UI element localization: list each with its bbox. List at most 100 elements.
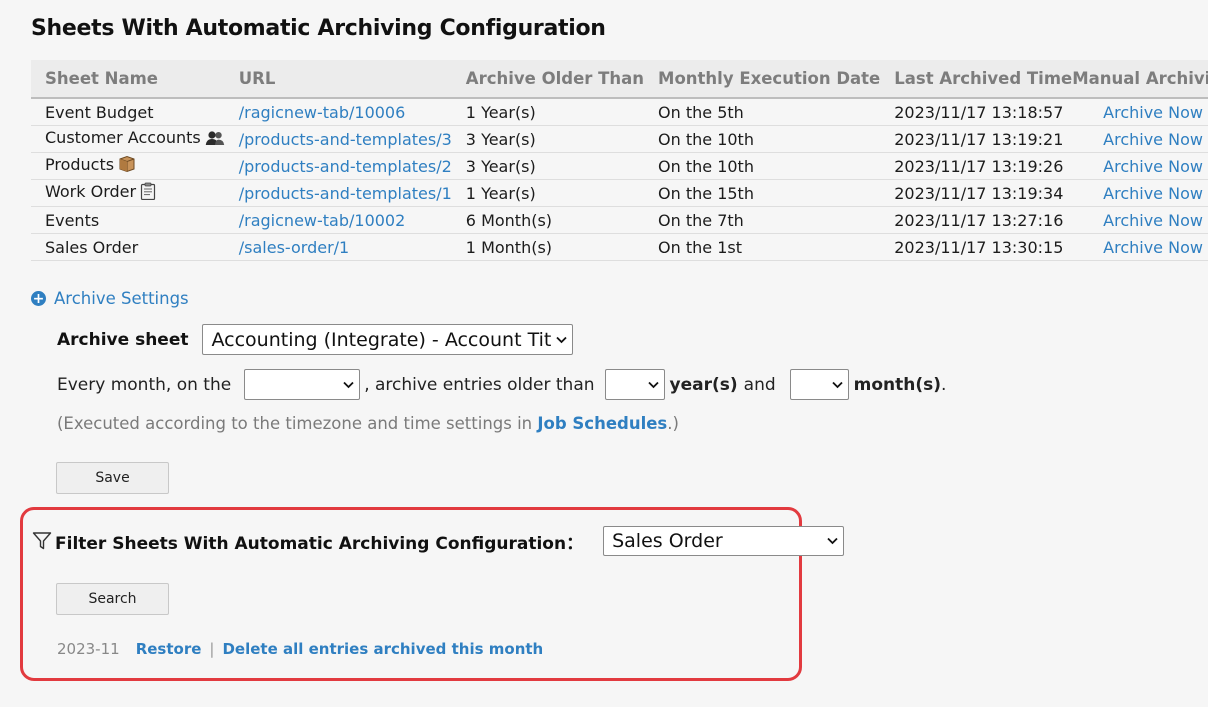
sheet-name: Products (45, 155, 115, 174)
and-text: and (743, 374, 776, 395)
search-button[interactable]: Search (56, 583, 169, 615)
job-schedules-link[interactable]: Job Schedules (537, 414, 667, 433)
chevron-down-icon (556, 336, 568, 343)
url-cell: /sales-order/1 (224, 233, 452, 261)
table-row: Event Budget /ragicnew-tab/10006 1 Year(… (31, 98, 1208, 126)
sheet-url-link[interactable]: /products-and-templates/1 (239, 184, 452, 203)
table-header-row: Sheet Name URL Archive Older Than Monthl… (31, 60, 1208, 99)
execution-date-cell: On the 10th (644, 125, 881, 153)
table-row: Products /products-and-templates/2 3 Yea… (31, 152, 1208, 180)
sheet-name: Events (45, 210, 100, 230)
manual-archiving-cell: Archive Now (1072, 125, 1208, 153)
every-month-text: Every month, on the (57, 374, 232, 395)
table-row: Customer Accounts /products-and-template… (31, 125, 1208, 153)
manual-archiving-cell: Archive Now (1072, 206, 1208, 234)
last-archived-cell: 2023/11/17 13:27:16 (880, 206, 1073, 234)
table-row: Events /ragicnew-tab/10002 6 Month(s) On… (31, 206, 1208, 234)
sheet-name: Event Budget (45, 102, 154, 122)
execution-date-cell: On the 15th (644, 179, 881, 207)
execution-date-cell: On the 10th (644, 152, 881, 180)
years-select[interactable] (604, 369, 665, 400)
archive-older-than-cell: 3 Year(s) (451, 125, 645, 153)
url-cell: /products-and-templates/2 (224, 152, 452, 180)
url-cell: /products-and-templates/1 (224, 179, 452, 207)
sheet-url-link[interactable]: /ragicnew-tab/10006 (239, 103, 406, 122)
manual-archiving-cell: Archive Now (1072, 179, 1208, 207)
col-header-archive-older-than: Archive Older Than (451, 60, 645, 99)
period-text: . (941, 374, 947, 395)
people-icon (205, 130, 225, 150)
url-cell: /ragicnew-tab/10002 (224, 206, 452, 234)
plus-circle-icon: + (31, 290, 46, 307)
table-row: Sales Order /sales-order/1 1 Month(s) On… (31, 233, 1208, 261)
archive-now-link[interactable]: Archive Now (1103, 157, 1203, 176)
col-header-manual-archiving: Manual Archiving (1072, 60, 1208, 99)
schedule-row: Every month, on the , archive entries ol… (57, 369, 946, 400)
chevron-down-icon (647, 381, 659, 388)
archive-now-link[interactable]: Archive Now (1103, 211, 1203, 230)
table-row: Work Order /products-and-templates/1 1 Y… (31, 179, 1208, 207)
months-text: month(s) (853, 374, 942, 395)
col-header-last-archived-time: Last Archived Time (880, 60, 1073, 99)
archive-now-link[interactable]: Archive Now (1103, 238, 1203, 257)
archive-older-than-cell: 1 Month(s) (451, 233, 645, 261)
filter-label: Filter Sheets With Automatic Archiving C… (55, 533, 584, 554)
last-archived-cell: 2023/11/17 13:19:26 (880, 152, 1073, 180)
box-icon (118, 155, 136, 177)
delete-archived-link[interactable]: Delete all entries archived this month (222, 640, 543, 658)
archive-sheet-label: Archive sheet (57, 329, 189, 350)
chevron-down-icon (343, 381, 354, 388)
sheet-name-cell: Work Order (31, 179, 225, 207)
archive-older-than-cell: 6 Month(s) (451, 206, 645, 234)
sheet-name-cell: Event Budget (31, 98, 225, 126)
sheet-name-cell: Sales Order (31, 233, 225, 261)
archive-older-than-cell: 1 Year(s) (451, 98, 645, 126)
archive-older-than-cell: 1 Year(s) (451, 179, 645, 207)
archive-older-than-cell: 3 Year(s) (451, 152, 645, 180)
archive-month: 2023-11 (57, 640, 120, 658)
link-separator: | (209, 640, 215, 658)
note-suffix: .) (667, 414, 679, 433)
archive-now-link[interactable]: Archive Now (1103, 130, 1203, 149)
restore-link[interactable]: Restore (136, 640, 202, 658)
url-cell: /products-and-templates/3 (224, 125, 452, 153)
archive-now-link[interactable]: Archive Now (1103, 184, 1203, 203)
filter-sheet-select[interactable]: Sales Order (603, 526, 845, 556)
archive-sheet-select-value: Accounting (Integrate) - Account Title (211, 328, 553, 351)
chevron-down-icon (827, 537, 838, 545)
last-archived-cell: 2023/11/17 13:30:15 (880, 233, 1073, 261)
col-header-url: URL (224, 60, 452, 99)
manual-archiving-cell: Archive Now (1072, 233, 1208, 261)
sheet-url-link[interactable]: /products-and-templates/3 (239, 130, 452, 149)
sheet-url-link[interactable]: /ragicnew-tab/10002 (239, 211, 406, 230)
archive-sheet-select[interactable]: Accounting (Integrate) - Account Title (202, 324, 574, 355)
archive-now-link[interactable]: Archive Now (1103, 103, 1203, 122)
clipboard-icon (140, 182, 156, 204)
sheet-name-cell: Events (31, 206, 225, 234)
save-button[interactable]: Save (56, 462, 169, 494)
last-archived-cell: 2023/11/17 13:19:21 (880, 125, 1073, 153)
chevron-down-icon (832, 381, 843, 388)
archive-older-than-text: , archive entries older than (364, 374, 595, 395)
timezone-note: (Executed according to the timezone and … (57, 414, 679, 433)
months-select[interactable] (789, 369, 849, 400)
sheet-name: Sales Order (45, 237, 139, 257)
sheet-name-cell: Customer Accounts (31, 125, 225, 153)
execution-day-select[interactable] (244, 369, 361, 400)
url-cell: /ragicnew-tab/10006 (224, 98, 452, 126)
sheet-url-link[interactable]: /products-and-templates/2 (239, 157, 452, 176)
archive-settings-label[interactable]: Archive Settings (54, 289, 189, 308)
last-archived-cell: 2023/11/17 13:19:34 (880, 179, 1073, 207)
filter-sheet-select-value: Sales Order (612, 530, 723, 552)
sheet-name-cell: Products (31, 152, 225, 180)
sheet-url-link[interactable]: /sales-order/1 (239, 238, 349, 257)
execution-date-cell: On the 7th (644, 206, 881, 234)
note-prefix: (Executed according to the timezone and … (57, 414, 538, 433)
last-archived-cell: 2023/11/17 13:18:57 (880, 98, 1073, 126)
archive-settings-toggle[interactable]: + Archive Settings (31, 289, 189, 308)
execution-date-cell: On the 1st (644, 233, 881, 261)
archive-sheet-row: Archive sheet Accounting (Integrate) - A… (57, 324, 574, 355)
filter-icon (32, 532, 52, 550)
manual-archiving-cell: Archive Now (1072, 98, 1208, 126)
execution-date-cell: On the 5th (644, 98, 881, 126)
